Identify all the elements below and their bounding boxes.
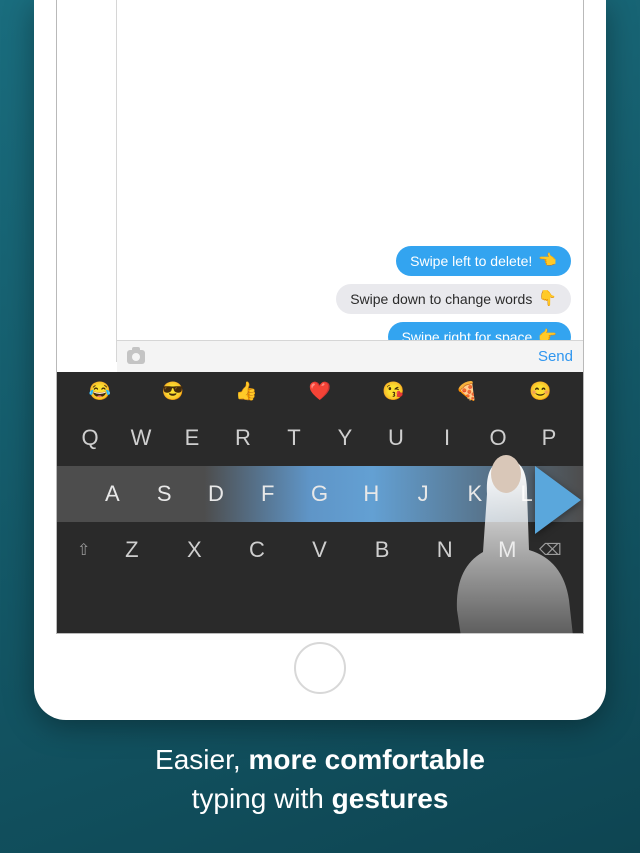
conversation-sidebar <box>57 0 117 362</box>
emoji-suggestion[interactable]: 😊 <box>529 381 551 402</box>
key-t[interactable]: T <box>269 425 320 451</box>
key-z[interactable]: Z <box>101 537 164 563</box>
key-e[interactable]: E <box>167 425 218 451</box>
key-q[interactable]: Q <box>65 425 116 451</box>
key-u[interactable]: U <box>371 425 422 451</box>
key-f[interactable]: F <box>242 481 294 507</box>
key-d[interactable]: D <box>191 481 243 507</box>
caption-text: typing with <box>192 783 332 814</box>
key-b[interactable]: B <box>351 537 414 563</box>
emoji-suggestion[interactable]: 👍 <box>235 381 257 402</box>
key-p[interactable]: P <box>524 425 575 451</box>
ipad-frame: Swipe left to delete! 👈 Swipe down to ch… <box>34 0 606 720</box>
caption-text: Easier, <box>155 744 248 775</box>
message-bubble: Swipe left to delete! 👈 <box>396 246 571 276</box>
key-h[interactable]: H <box>346 481 398 507</box>
key-v[interactable]: V <box>289 537 352 563</box>
key-a[interactable]: A <box>87 481 139 507</box>
finger-illustration <box>449 450 589 690</box>
shift-key[interactable]: ⇧ <box>77 540 101 560</box>
point-down-icon: 👇 <box>538 291 557 306</box>
key-s[interactable]: S <box>139 481 191 507</box>
message-text: Swipe down to change words <box>350 291 532 307</box>
emoji-suggestion-row: 😂 😎 👍 ❤️ 😘 🍕 😊 <box>57 372 583 410</box>
caption-text: more comfortable <box>248 744 485 775</box>
message-text: Swipe left to delete! <box>410 253 532 269</box>
emoji-suggestion[interactable]: 😘 <box>382 381 404 402</box>
emoji-suggestion[interactable]: 😎 <box>162 381 184 402</box>
emoji-suggestion[interactable]: ❤️ <box>309 381 331 402</box>
compose-bar: Send <box>117 340 583 372</box>
screen: Swipe left to delete! 👈 Swipe down to ch… <box>56 0 584 634</box>
key-w[interactable]: W <box>116 425 167 451</box>
emoji-suggestion[interactable]: 🍕 <box>456 381 478 402</box>
key-g[interactable]: G <box>294 481 346 507</box>
chat-area: Swipe left to delete! 👈 Swipe down to ch… <box>117 0 583 362</box>
key-j[interactable]: J <box>398 481 450 507</box>
key-o[interactable]: O <box>473 425 524 451</box>
point-left-icon: 👈 <box>538 253 557 268</box>
message-bubble: Swipe down to change words 👇 <box>336 284 571 314</box>
home-button[interactable] <box>294 642 346 694</box>
camera-icon[interactable] <box>127 350 145 364</box>
key-i[interactable]: I <box>422 425 473 451</box>
key-c[interactable]: C <box>226 537 289 563</box>
key-r[interactable]: R <box>218 425 269 451</box>
marketing-caption: Easier, more comfortable typing with ges… <box>0 740 640 818</box>
emoji-suggestion[interactable]: 😂 <box>89 381 111 402</box>
key-y[interactable]: Y <box>320 425 371 451</box>
send-button[interactable]: Send <box>538 348 573 365</box>
caption-text: gestures <box>332 783 449 814</box>
key-x[interactable]: X <box>164 537 227 563</box>
